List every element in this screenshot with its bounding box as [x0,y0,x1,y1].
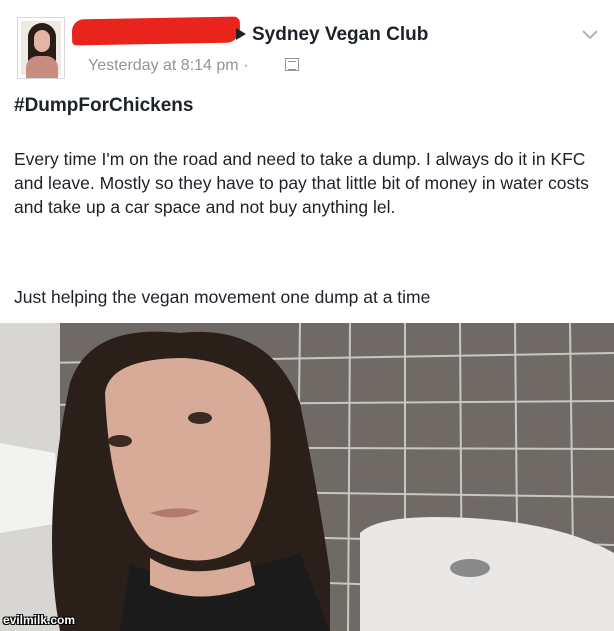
watermark: evilmilk.com [3,613,76,627]
group-name-link[interactable]: Sydney Vegan Club [252,24,428,46]
post-photo[interactable] [0,323,614,631]
post-paragraph: Just helping the vegan movement one dump… [14,287,431,307]
facebook-post: Sydney Vegan Club Yesterday at 8:14 pm ·… [0,0,614,631]
globe-icon [285,58,299,71]
selfie-photo [0,323,614,631]
redacted-name [71,16,241,46]
post-timestamp[interactable]: Yesterday at 8:14 pm · [88,57,248,75]
hashtag-link[interactable]: #DumpForChickens [14,95,193,117]
post-paragraph: Every time I'm on the road and need to t… [14,149,589,217]
arrow-right-icon [236,28,246,40]
avatar[interactable] [17,17,65,79]
chevron-down-icon[interactable] [580,24,600,44]
